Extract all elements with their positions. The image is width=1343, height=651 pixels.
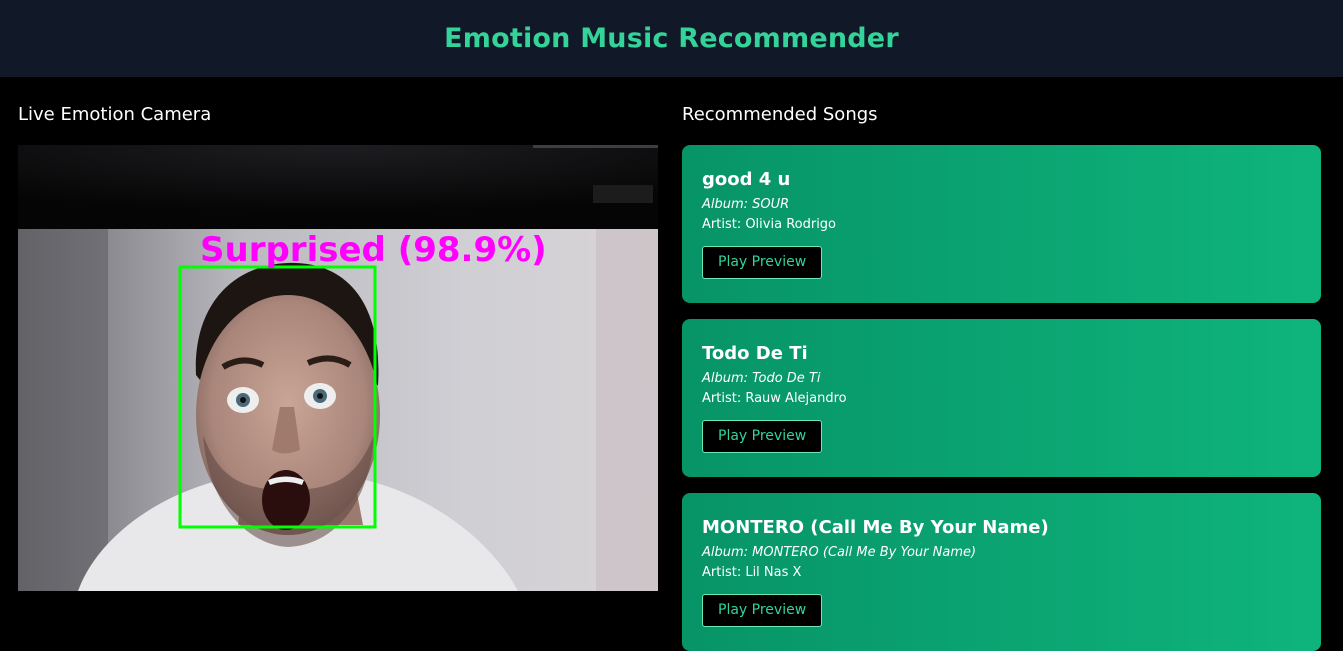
camera-feed: Surprised (98.9%) bbox=[18, 145, 658, 591]
camera-heading: Live Emotion Camera bbox=[18, 104, 212, 125]
song-title: good 4 u bbox=[702, 169, 791, 190]
song-card: MONTERO (Call Me By Your Name) Album: MO… bbox=[682, 493, 1321, 651]
camera-dark-top bbox=[18, 145, 658, 229]
song-title: MONTERO (Call Me By Your Name) bbox=[702, 517, 1049, 538]
song-title: Todo De Ti bbox=[702, 343, 808, 364]
song-artist: Artist: Olivia Rodrigo bbox=[702, 217, 837, 232]
song-card: Todo De Ti Album: Todo De Ti Artist: Rau… bbox=[682, 319, 1321, 477]
play-preview-button[interactable]: Play Preview bbox=[702, 594, 823, 627]
song-artist: Artist: Lil Nas X bbox=[702, 565, 802, 580]
app-header: Emotion Music Recommender bbox=[0, 0, 1343, 77]
song-card: good 4 u Album: SOUR Artist: Olivia Rodr… bbox=[682, 145, 1321, 303]
emotion-label: Surprised (98.9%) bbox=[200, 230, 547, 270]
camera-frame: Surprised (98.9%) bbox=[18, 145, 658, 591]
app-title: Emotion Music Recommender bbox=[444, 23, 899, 54]
play-preview-button[interactable]: Play Preview bbox=[702, 246, 823, 279]
songs-heading: Recommended Songs bbox=[682, 104, 878, 125]
song-album: Album: MONTERO (Call Me By Your Name) bbox=[702, 545, 977, 560]
song-album: Album: SOUR bbox=[702, 197, 790, 212]
play-preview-button[interactable]: Play Preview bbox=[702, 420, 823, 453]
song-artist: Artist: Rauw Alejandro bbox=[702, 391, 847, 406]
song-album: Album: Todo De Ti bbox=[702, 371, 821, 386]
